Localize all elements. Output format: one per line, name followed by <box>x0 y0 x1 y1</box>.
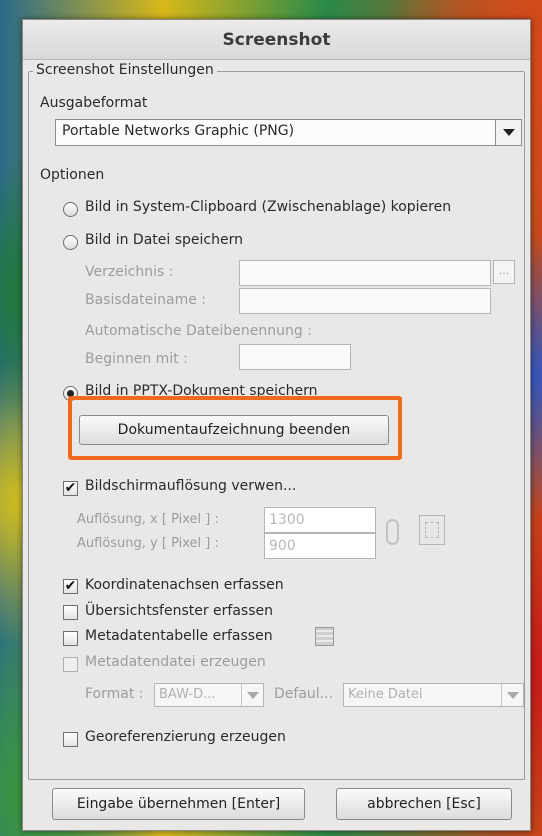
radio-file[interactable] <box>63 235 78 250</box>
link-icon[interactable] <box>386 519 399 545</box>
ok-button[interactable]: Eingabe übernehmen [Enter] <box>52 788 305 820</box>
default-value: Keine Datei <box>348 687 423 702</box>
format-value: BAW-D... <box>159 687 216 702</box>
default-label: Defaul... <box>274 686 334 702</box>
basename-label: Basisdateiname : <box>85 292 206 308</box>
aspect-ratio-icon[interactable] <box>419 515 445 545</box>
start-with-label: Beginnen mit : <box>85 351 188 367</box>
georeferencing-label[interactable]: Georeferenzierung erzeugen <box>85 729 286 745</box>
capture-overview-checkbox[interactable] <box>63 605 78 620</box>
output-format-label: Ausgabeformat <box>40 95 148 111</box>
default-select[interactable]: Keine Datei <box>343 683 524 707</box>
directory-label: Verzeichnis : <box>85 264 174 280</box>
capture-overview-label[interactable]: Übersichtsfenster erfassen <box>85 603 273 619</box>
use-screen-resolution-checkbox[interactable]: ✔ <box>63 481 78 496</box>
directory-browse-button[interactable]: ... <box>493 260 515 284</box>
res-x-input[interactable]: 1300 <box>264 507 376 533</box>
format-select[interactable]: BAW-D... <box>154 683 264 707</box>
screenshot-dialog: Screenshot Screenshot Einstellungen Ausg… <box>22 19 531 831</box>
res-y-label: Auflösung, y [ Pixel ] : <box>77 536 219 551</box>
window-title[interactable]: Screenshot <box>23 20 530 60</box>
output-format-value: Portable Networks Graphic (PNG) <box>62 123 295 139</box>
basename-input[interactable] <box>239 288 491 314</box>
radio-clipboard-label[interactable]: Bild in System-Clipboard (Zwischenablage… <box>85 199 451 215</box>
res-x-label: Auflösung, x [ Pixel ] : <box>77 512 219 527</box>
cancel-button[interactable]: abbrechen [Esc] <box>336 788 512 820</box>
start-with-input[interactable] <box>239 344 351 370</box>
capture-axes-checkbox[interactable]: ✔ <box>63 579 78 594</box>
capture-metadata-table-checkbox[interactable] <box>63 631 78 646</box>
radio-clipboard[interactable] <box>63 202 78 217</box>
res-y-input[interactable]: 900 <box>264 533 376 559</box>
chevron-down-icon[interactable] <box>495 120 521 145</box>
settings-legend: Screenshot Einstellungen <box>33 62 217 78</box>
auto-naming-label: Automatische Dateibenennung : <box>85 323 312 339</box>
create-metadata-file-label: Metadatendatei erzeugen <box>85 654 266 670</box>
directory-input[interactable] <box>239 260 491 286</box>
georeferencing-checkbox[interactable] <box>63 732 78 747</box>
output-format-select[interactable]: Portable Networks Graphic (PNG) <box>55 119 522 146</box>
format-label: Format : <box>85 686 144 702</box>
use-screen-resolution-label[interactable]: Bildschirmauflösung verwen... <box>85 478 296 494</box>
capture-metadata-table-label[interactable]: Metadatentabelle erfassen <box>85 628 273 644</box>
capture-axes-label[interactable]: Koordinatenachsen erfassen <box>85 577 284 593</box>
stop-recording-button[interactable]: Dokumentaufzeichnung beenden <box>79 415 389 445</box>
options-label: Optionen <box>40 167 105 183</box>
table-icon[interactable] <box>315 627 334 646</box>
chevron-down-icon[interactable] <box>241 684 263 706</box>
radio-file-label[interactable]: Bild in Datei speichern <box>85 232 243 248</box>
chevron-down-icon[interactable] <box>501 684 523 706</box>
create-metadata-file-checkbox[interactable] <box>63 657 78 672</box>
